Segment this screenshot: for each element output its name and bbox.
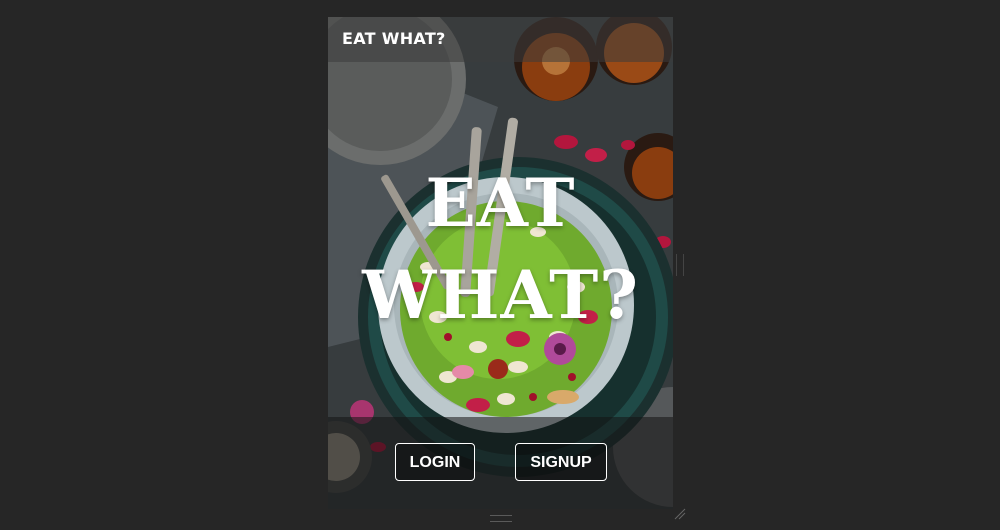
top-app-bar: EAT WHAT?: [328, 17, 673, 62]
bottom-action-bar: [328, 417, 673, 509]
hero-line-eat: EAT: [425, 164, 576, 242]
resize-grip-icon[interactable]: [674, 508, 686, 520]
login-button[interactable]: LOGIN: [395, 443, 475, 481]
side-resize-handle[interactable]: [676, 254, 684, 276]
signup-button[interactable]: SIGNUP: [515, 443, 607, 481]
hero-heading: EAT WHAT?: [328, 157, 673, 341]
hero-line-what: WHAT?: [362, 256, 639, 334]
app-title: EAT WHAT?: [342, 29, 446, 48]
mobile-viewport: EAT WHAT? EAT WHAT? LOGIN SIGNUP: [328, 17, 673, 509]
bottom-resize-handle[interactable]: [490, 515, 512, 522]
app-stage: EAT WHAT? EAT WHAT? LOGIN SIGNUP: [0, 0, 1000, 530]
